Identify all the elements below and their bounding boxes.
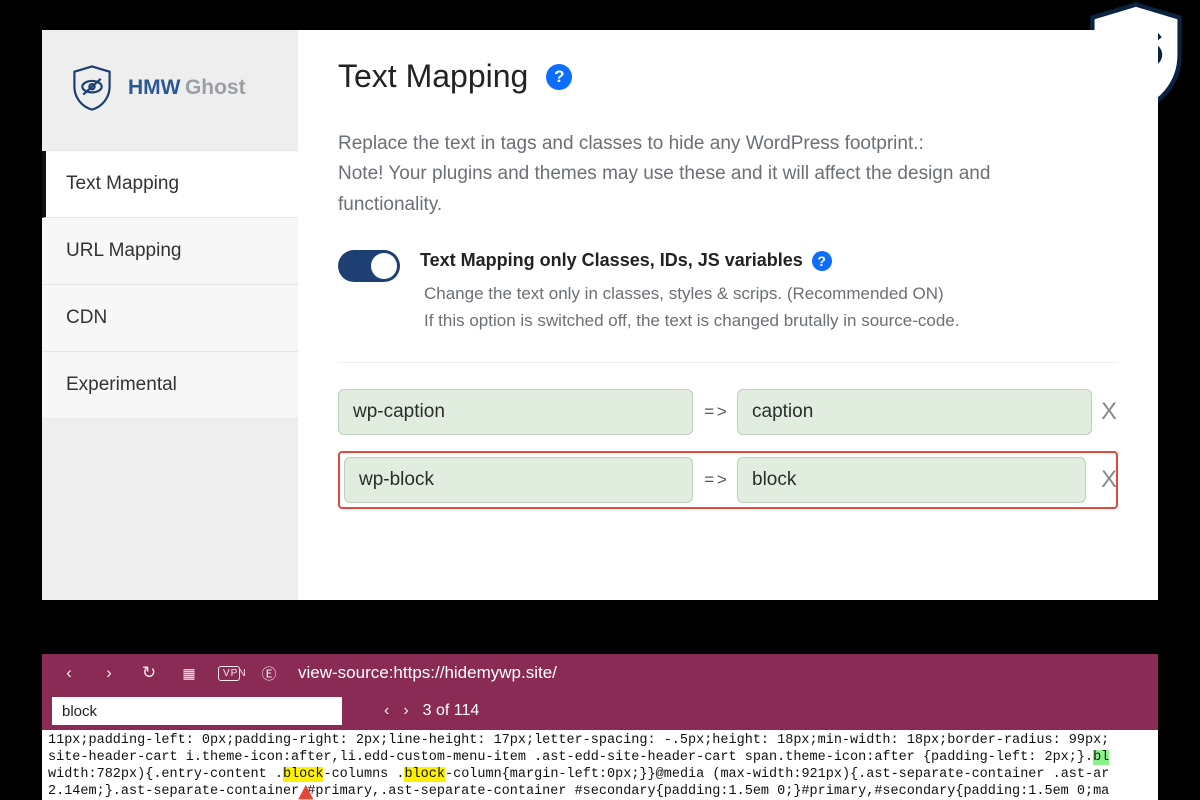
browser-toolbar: ‹ › ↻ ▦ VPN Ⓔ view-source:https://hidemy… [42,654,1158,692]
find-prev-icon[interactable]: ‹ [384,702,389,720]
mapping-row-highlighted: = > X [338,451,1118,509]
find-input[interactable] [52,697,342,725]
address-bar[interactable]: view-source:https://hidemywp.site/ [298,663,557,683]
source-line: width:782px){.entry-content . [48,767,283,782]
option-title: Text Mapping only Classes, IDs, JS varia… [420,250,803,270]
option-desc-line2: If this option is switched off, the text… [424,311,959,330]
source-match-current: bl [1093,750,1109,765]
option-body: Text Mapping only Classes, IDs, JS varia… [420,250,959,334]
apps-grid-icon[interactable]: ▦ [178,665,200,682]
brand-title-sub: Ghost [185,76,246,99]
option-desc: Change the text only in classes, styles … [420,281,959,334]
sidebar-item-text-mapping[interactable]: Text Mapping [42,151,298,218]
option-desc-line1: Change the text only in classes, styles … [424,284,944,303]
source-match: block [404,767,445,782]
source-line: 11px;padding-left: 0px;padding-right: 2p… [48,733,1109,748]
remove-row-button[interactable]: X [1100,466,1118,494]
app-window: HMW Ghost Text Mapping URL Mapping CDN E… [42,30,1158,600]
mapping-from-input[interactable] [338,389,693,435]
sidebar-item-experimental[interactable]: Experimental [42,352,298,419]
find-count: 3 of 114 [423,702,480,720]
toggle-classes-only[interactable] [338,250,400,282]
source-line: -columns . [323,767,404,782]
sidebar-item-cdn[interactable]: CDN [42,285,298,352]
vpn-badge[interactable]: VPN [218,666,240,681]
source-line: 2.14em;}.ast-separate-container #primary… [48,784,1109,799]
mapping-to-input[interactable] [737,389,1092,435]
reload-icon[interactable]: ↻ [138,663,160,683]
brand-title: HMW Ghost [128,76,246,100]
globe-icon[interactable]: Ⓔ [258,663,280,684]
arrow-icon: = > [701,402,729,422]
pointer-arrow-icon: ▲ [298,785,314,800]
sidebar-item-url-mapping[interactable]: URL Mapping [42,218,298,285]
source-line: site-header-cart i.theme-icon:after,li.e… [48,750,1093,765]
option-classes-only: Text Mapping only Classes, IDs, JS varia… [338,250,1118,363]
arrow-icon: = > [701,470,729,490]
mapping-to-input[interactable] [737,457,1086,503]
sidebar: HMW Ghost Text Mapping URL Mapping CDN E… [42,30,298,600]
intro-text: Replace the text in tags and classes to … [338,129,1098,220]
help-icon[interactable]: ? [546,64,572,90]
source-line: -column{margin-left:0px;}}@media (max-wi… [445,767,1109,782]
mapping-from-input[interactable] [344,457,693,503]
page-title-row: Text Mapping ? [338,58,1118,95]
shield-eye-icon [70,62,114,114]
remove-row-button[interactable]: X [1100,398,1118,426]
forward-icon[interactable]: › [98,663,120,683]
source-view: 11px;padding-left: 0px;padding-right: 2p… [42,730,1158,800]
sidebar-nav: Text Mapping URL Mapping CDN Experimenta… [42,150,298,419]
find-bar: ‹ › 3 of 114 [42,692,1158,730]
find-next-icon[interactable]: › [403,702,408,720]
brand: HMW Ghost [42,62,298,150]
intro-line2: Note! Your plugins and themes may use th… [338,163,990,214]
mapping-row: = > X [338,389,1118,435]
main-panel: Text Mapping ? Replace the text in tags … [298,30,1158,600]
intro-line1: Replace the text in tags and classes to … [338,133,924,154]
brand-title-main: HMW [128,76,180,99]
page-title: Text Mapping [338,58,528,95]
help-icon[interactable]: ? [812,251,832,271]
back-icon[interactable]: ‹ [58,663,80,683]
